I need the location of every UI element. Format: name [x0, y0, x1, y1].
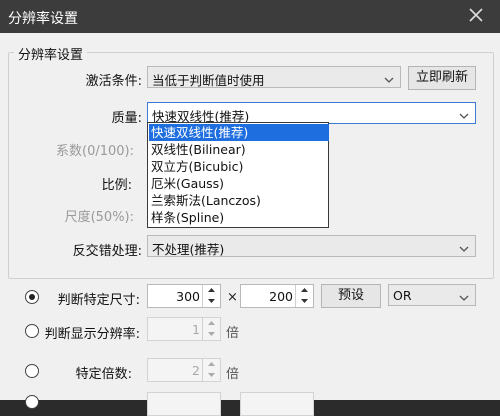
- close-icon[interactable]: [466, 5, 486, 25]
- quality-select[interactable]: 快速双线性(推荐): [147, 102, 476, 124]
- window-title: 分辨率设置: [8, 11, 78, 27]
- arrow-up-icon[interactable]: [295, 285, 313, 296]
- antialias-select[interactable]: 不处理(推荐): [147, 235, 476, 257]
- display-resolution-value: 1: [192, 322, 200, 337]
- arrow-down-icon[interactable]: [202, 296, 220, 307]
- title-bar: 分辨率设置: [0, 0, 500, 33]
- coefficient-label: 系数(0/100):: [56, 144, 134, 159]
- arrow-up-icon[interactable]: [202, 359, 220, 370]
- height-stepper[interactable]: 200: [240, 284, 314, 308]
- display-resolution-unit: 倍: [226, 326, 240, 341]
- activation-label: 激活条件:: [85, 74, 142, 89]
- specific-size-label: 判断特定尺寸:: [57, 293, 140, 308]
- preset-button[interactable]: 预设: [321, 284, 381, 308]
- quality-dropdown-list: 快速双线性(推荐) 双线性(Bilinear) 双立方(Bicubic) 厄米(…: [147, 122, 329, 228]
- specific-size-radio[interactable]: [25, 290, 39, 304]
- arrow-up-icon[interactable]: [202, 318, 220, 329]
- chevron-down-icon: [459, 109, 469, 119]
- width-value: 300: [176, 289, 200, 304]
- arrow-down-icon[interactable]: [202, 370, 220, 381]
- activation-value: 当低于判断值时使用: [152, 73, 265, 88]
- width-stepper[interactable]: 300: [147, 284, 221, 308]
- height-value: 200: [269, 289, 293, 304]
- chevron-down-icon: [384, 73, 394, 83]
- times-sign: ×: [227, 290, 238, 305]
- specific-multiple-radio[interactable]: [25, 364, 39, 378]
- arrow-down-icon[interactable]: [295, 296, 313, 307]
- ratio-label: 比例:: [101, 178, 132, 193]
- specific-multiple-stepper[interactable]: 2: [147, 358, 221, 382]
- quality-option[interactable]: 样条(Spline): [149, 209, 329, 226]
- quality-option[interactable]: 兰索斯法(Lanczos): [149, 192, 329, 209]
- antialias-label: 反交错处理:: [72, 244, 142, 259]
- display-resolution-stepper[interactable]: 1: [147, 317, 221, 341]
- scale-label: 尺度(50%):: [64, 210, 134, 225]
- activation-select[interactable]: 当低于判断值时使用: [147, 66, 401, 88]
- arrow-up-icon[interactable]: [202, 285, 220, 296]
- quality-option[interactable]: 双线性(Bilinear): [149, 141, 329, 158]
- chevron-down-icon: [459, 291, 469, 301]
- specific-multiple-label: 特定倍数:: [75, 367, 132, 382]
- quality-option[interactable]: 厄米(Gauss): [149, 175, 329, 192]
- quality-option[interactable]: 快速双线性(推荐): [149, 124, 329, 141]
- logic-select[interactable]: OR: [388, 284, 476, 306]
- refresh-now-button[interactable]: 立即刷新: [408, 66, 476, 90]
- quality-label: 质量:: [111, 111, 142, 126]
- specific-multiple-unit: 倍: [226, 367, 240, 382]
- antialias-value: 不处理(推荐): [152, 242, 225, 257]
- display-resolution-label: 判断显示分辨率:: [44, 327, 140, 342]
- resolution-settings-dialog: 分辨率设置 分辨率设置 激活条件: 当低于判断值时使用 立即刷新 质量: 快速双…: [0, 0, 500, 416]
- cut-off-radio[interactable]: [25, 395, 39, 409]
- group-title: 分辨率设置: [14, 44, 88, 63]
- cut-off-stepper-2[interactable]: [240, 392, 314, 416]
- chevron-down-icon: [459, 242, 469, 252]
- cut-off-stepper[interactable]: [147, 392, 221, 416]
- specific-multiple-value: 2: [192, 363, 200, 378]
- quality-option[interactable]: 双立方(Bicubic): [149, 158, 329, 175]
- arrow-down-icon[interactable]: [202, 329, 220, 340]
- logic-value: OR: [393, 288, 412, 303]
